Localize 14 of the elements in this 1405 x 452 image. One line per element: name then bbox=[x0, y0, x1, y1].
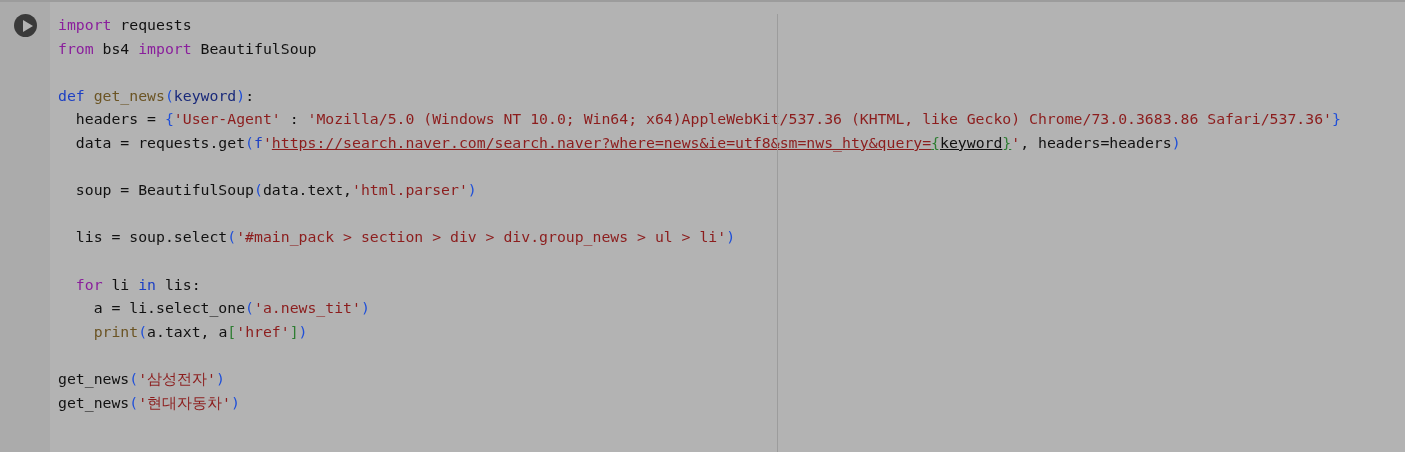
code-line: print(a.taxt, a['href']) bbox=[92, 321, 309, 342]
code-line: headers = {'User-Agent' : 'Mozilla/5.0 (Windows NT 10.0; Win64; x64)AppleWebKit/537.36 (KHTML, like Gecko) Chrome/73.0.3683.86 Safari/537.36'} bbox=[74, 109, 1342, 130]
code-line: from bs4 import BeautifulSoup bbox=[58, 38, 318, 59]
code-line: data = requests.get(f'https://search.naver.com/search.naver?where=news&ie=utf8&sm=nws_hty&query={keyword}', headers=headers) bbox=[74, 132, 1182, 154]
code-line: def get_news(keyword): bbox=[58, 85, 256, 107]
code-line: get_news('현대자동차') bbox=[58, 392, 241, 414]
code-line: import requests bbox=[58, 15, 193, 35]
code-line: soup = BeautifulSoup(data.text,'html.parser') bbox=[74, 180, 478, 201]
play-icon bbox=[20, 19, 33, 32]
code-line: lis = soup.select('#main_pack > section > div > div.group_news > ul > li') bbox=[74, 227, 737, 248]
run-button[interactable] bbox=[13, 14, 37, 37]
code-line: get_news('삼성전자') bbox=[58, 368, 226, 390]
code-line: for li in lis: bbox=[74, 274, 202, 295]
code-line: a = li.select_one('a.news_tit') bbox=[92, 298, 371, 319]
